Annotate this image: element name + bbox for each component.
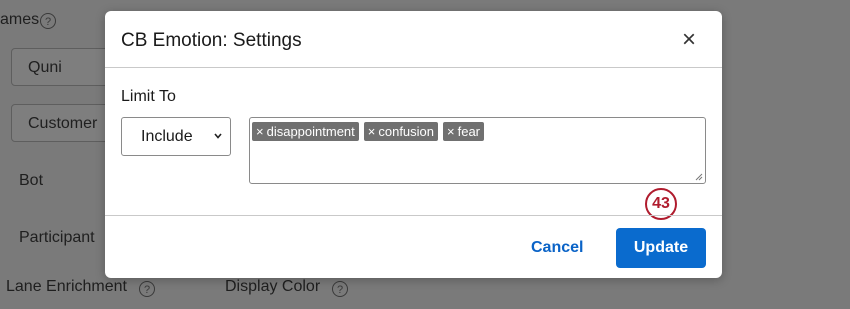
select-value: Include xyxy=(141,128,193,145)
close-icon[interactable]: × xyxy=(678,28,700,52)
cancel-button[interactable]: Cancel xyxy=(531,239,583,257)
background-bot-label: Bot xyxy=(19,172,44,189)
tag-label: disappointment xyxy=(266,124,355,139)
tag-label: confusion xyxy=(378,124,435,139)
header-divider xyxy=(105,67,722,68)
update-button[interactable]: Update xyxy=(616,228,706,268)
settings-dialog: CB Emotion: Settings × Limit To Include … xyxy=(105,11,722,278)
help-icon: ? xyxy=(40,13,56,29)
background-participant-label: Participant xyxy=(19,229,95,246)
resize-handle-icon[interactable] xyxy=(695,173,703,181)
chevron-down-icon xyxy=(214,133,222,139)
limit-to-label: Limit To xyxy=(121,88,176,105)
background-lane-enrichment-label: Lane Enrichment xyxy=(6,278,127,295)
tag-chip: × fear xyxy=(443,122,485,141)
remove-tag-icon[interactable]: × xyxy=(368,124,376,139)
footer-divider xyxy=(105,215,722,216)
help-icon: ? xyxy=(139,281,155,297)
tag-chip: × disappointment xyxy=(252,122,359,141)
remove-tag-icon[interactable]: × xyxy=(447,124,455,139)
limit-mode-select[interactable]: Include xyxy=(121,117,231,156)
dialog-title: CB Emotion: Settings xyxy=(121,30,302,51)
remove-tag-icon[interactable]: × xyxy=(256,124,264,139)
tag-input[interactable]: × disappointment × confusion × fear xyxy=(249,117,706,184)
tag-chip: × confusion xyxy=(363,122,439,141)
help-icon: ? xyxy=(332,281,348,297)
tag-label: fear xyxy=(457,124,481,139)
background-display-color-label: Display Color xyxy=(225,278,321,295)
background-names-label: ames xyxy=(0,11,40,28)
